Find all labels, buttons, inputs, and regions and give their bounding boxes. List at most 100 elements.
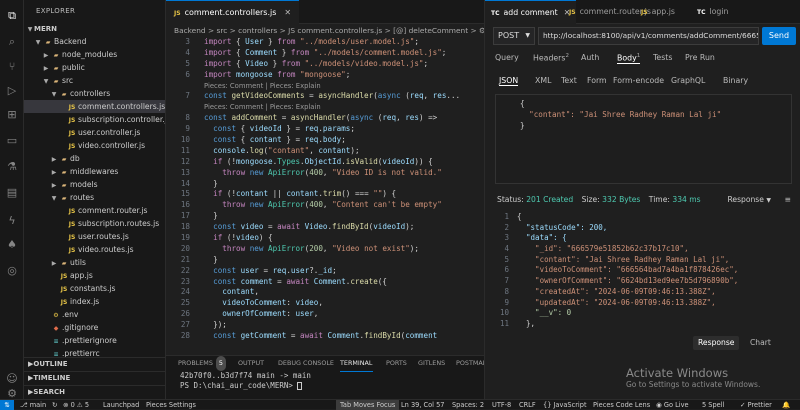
body-tab-text[interactable]: Text <box>561 76 577 85</box>
codelens-hint[interactable]: Pieces: Comment | Pieces: Explain <box>166 81 484 92</box>
code-line[interactable]: 10 const { contant } = req.body; <box>166 135 484 146</box>
panel-tab-postman-console[interactable]: POSTMAN CONSOLE <box>456 356 484 371</box>
github-icon[interactable]: ◎ <box>4 262 20 278</box>
timeline-section[interactable]: ▶TIMELINE <box>24 371 165 384</box>
folder-item[interactable]: ▶ ▰ middlewares <box>24 165 165 178</box>
code-line[interactable]: 23 const comment = await Comment.create(… <box>166 277 484 288</box>
testing-icon[interactable]: ⚗ <box>4 158 20 174</box>
tab-comment-controllers[interactable]: JS comment.controllers.js ✕ <box>166 0 300 24</box>
menu-icon[interactable]: ≡ <box>785 192 791 207</box>
response-body[interactable]: 1{2 "statusCode": 200, 3 "data": {4 "_id"… <box>485 212 800 330</box>
folder-item[interactable]: ▶ ▰ utils <box>24 256 165 269</box>
folder-item[interactable]: ▶ ▰ models <box>24 178 165 191</box>
panel-tab-problems[interactable]: PROBLEMS 5 <box>178 356 226 371</box>
code-line[interactable]: 24 contant, <box>166 287 484 298</box>
body-tab-xml[interactable]: XML <box>535 76 551 85</box>
file-item[interactable]: ⚙ .env <box>24 308 165 321</box>
tab-pre-run[interactable]: Pre Run <box>685 53 715 62</box>
run-debug-icon[interactable]: ▷ <box>4 82 20 98</box>
outline-section[interactable]: ▶OUTLINE <box>24 357 165 370</box>
code-line[interactable]: 22 const user = req.user?._id; <box>166 266 484 277</box>
code-line[interactable]: 28 const getComment = await Comment.find… <box>166 331 484 342</box>
code-line[interactable]: 25 videoToComment: video, <box>166 298 484 309</box>
tab-body[interactable]: Body1 <box>617 53 641 64</box>
code-line[interactable]: 21 } <box>166 255 484 266</box>
breadcrumb[interactable]: Backend > src > controllers > JS comment… <box>166 24 484 37</box>
tab-tests[interactable]: Tests <box>653 53 672 62</box>
file-item[interactable]: JS video.routes.js <box>24 243 165 256</box>
source-control-icon[interactable]: ⑂ <box>4 58 20 74</box>
search-icon[interactable]: ⌕ <box>4 34 20 50</box>
folder-item[interactable]: ▼ ▰ routes <box>24 191 165 204</box>
code-line[interactable]: 27 }); <box>166 320 484 331</box>
code-line[interactable]: 16 throw new ApiError(400, "Content can'… <box>166 200 484 211</box>
folder-item[interactable]: ▶ ▰ public <box>24 61 165 74</box>
folder-item[interactable]: ▼ ▰ src <box>24 74 165 87</box>
send-button[interactable]: Send <box>762 27 796 45</box>
panel-tab-gitlens[interactable]: GITLENS <box>418 356 445 371</box>
panel-tab-debug-console[interactable]: DEBUG CONSOLE <box>278 356 334 371</box>
code-line[interactable]: 17 } <box>166 211 484 222</box>
request-tab[interactable]: JS app.js <box>641 0 675 24</box>
mongodb-leaf-icon[interactable]: ♠ <box>4 236 20 252</box>
file-item[interactable]: JS user.controller.js <box>24 126 165 139</box>
code-line[interactable]: 8 const addComment = asyncHandler(async (… <box>166 113 484 124</box>
file-item[interactable]: JS subscription.controller.js <box>24 113 165 126</box>
code-line[interactable]: 26 ownerOfComment: user, <box>166 309 484 320</box>
close-icon[interactable]: ✕ <box>284 8 291 17</box>
code-line[interactable]: 7 const getVideoComments = asyncHandler(a… <box>166 91 484 102</box>
code-line[interactable]: 5 import { Video } from "../models/video.… <box>166 59 484 70</box>
file-item[interactable]: JS index.js <box>24 295 165 308</box>
json-body-editor[interactable]: { "contant": "Jai Shree Radhey Raman Lal… <box>495 94 792 184</box>
code-line[interactable]: 15 if (!contant || contant.trim() === ""… <box>166 189 484 200</box>
file-item[interactable]: ≡ .prettierignore <box>24 334 165 347</box>
file-item[interactable]: JS video.controller.js <box>24 139 165 152</box>
folder-item[interactable]: ▼ ▰ Backend <box>24 35 165 48</box>
code-line[interactable]: 18 const video = await Video.findById(vi… <box>166 222 484 233</box>
file-item[interactable]: JS comment.router.js <box>24 204 165 217</box>
code-line[interactable]: 9 const { videoId } = req.params; <box>166 124 484 135</box>
method-select[interactable]: POST ▼ <box>493 27 535 45</box>
panel-tab-output[interactable]: OUTPUT <box>238 356 264 371</box>
file-item[interactable]: JS comment.controllers.js <box>24 100 165 113</box>
code-line[interactable]: 14 } <box>166 179 484 190</box>
folder-item[interactable]: ▼ ▰ controllers <box>24 87 165 100</box>
account-icon[interactable]: ☺ <box>4 370 20 386</box>
terminal-output[interactable]: 42b70f0..b3d7f74 main -> main PS D:\chai… <box>166 371 484 391</box>
code-line[interactable]: 12 if (!mongoose.Types.ObjectId.isValid(… <box>166 157 484 168</box>
search-section[interactable]: ▶SEARCH <box>24 385 165 398</box>
panel-tab-ports[interactable]: PORTS <box>386 356 407 371</box>
code-line[interactable]: 4 import { Comment } from "../models/comm… <box>166 48 484 59</box>
body-tab-binary[interactable]: Binary <box>723 76 748 85</box>
request-tab[interactable]: TC add comment ✕ <box>485 0 577 24</box>
file-item[interactable]: JS constants.js <box>24 282 165 295</box>
code-line[interactable]: 19 if (!video) { <box>166 233 484 244</box>
tab-query[interactable]: Query <box>495 53 519 62</box>
code-line[interactable]: 20 throw new ApiError(200, "Video not ex… <box>166 244 484 255</box>
folder-item[interactable]: ▶ ▰ db <box>24 152 165 165</box>
tab-auth[interactable]: Auth <box>581 53 599 62</box>
response-view-tab[interactable]: Response <box>693 336 740 350</box>
docker-icon[interactable]: ▤ <box>4 184 20 200</box>
tab-headers[interactable]: Headers2 <box>533 53 569 63</box>
code-line[interactable]: 11 console.log("contant", contant); <box>166 146 484 157</box>
extensions-icon[interactable]: ⊞ <box>4 106 20 122</box>
response-dropdown[interactable]: Response ▼ <box>727 192 771 208</box>
file-item[interactable]: JS subscription.routes.js <box>24 217 165 230</box>
code-line[interactable]: 3 import { User } from "../models/user.mo… <box>166 37 484 48</box>
body-tab-json[interactable]: JSON <box>499 76 519 86</box>
code-line[interactable]: 13 throw new ApiError(400, "Video ID is … <box>166 168 484 179</box>
root-folder[interactable]: ▼ MERN <box>24 22 165 35</box>
thunder-client-icon[interactable]: ϟ <box>4 212 20 228</box>
request-tab[interactable]: JS comment.router.js <box>569 0 651 24</box>
file-item[interactable]: ◆ .gitignore <box>24 321 165 334</box>
code-lines[interactable]: 3 import { User } from "../models/user.mo… <box>166 37 484 342</box>
folder-item[interactable]: ▶ ▰ node_modules <box>24 48 165 61</box>
chart-view-tab[interactable]: Chart <box>745 336 776 350</box>
files-icon[interactable]: ⧉ <box>4 8 20 24</box>
file-item[interactable]: JS user.routes.js <box>24 230 165 243</box>
body-tab-form[interactable]: Form <box>587 76 607 85</box>
panel-tab-terminal[interactable]: TERMINAL <box>340 356 373 372</box>
request-tab[interactable]: TC login <box>697 0 729 24</box>
file-item[interactable]: JS app.js <box>24 269 165 282</box>
